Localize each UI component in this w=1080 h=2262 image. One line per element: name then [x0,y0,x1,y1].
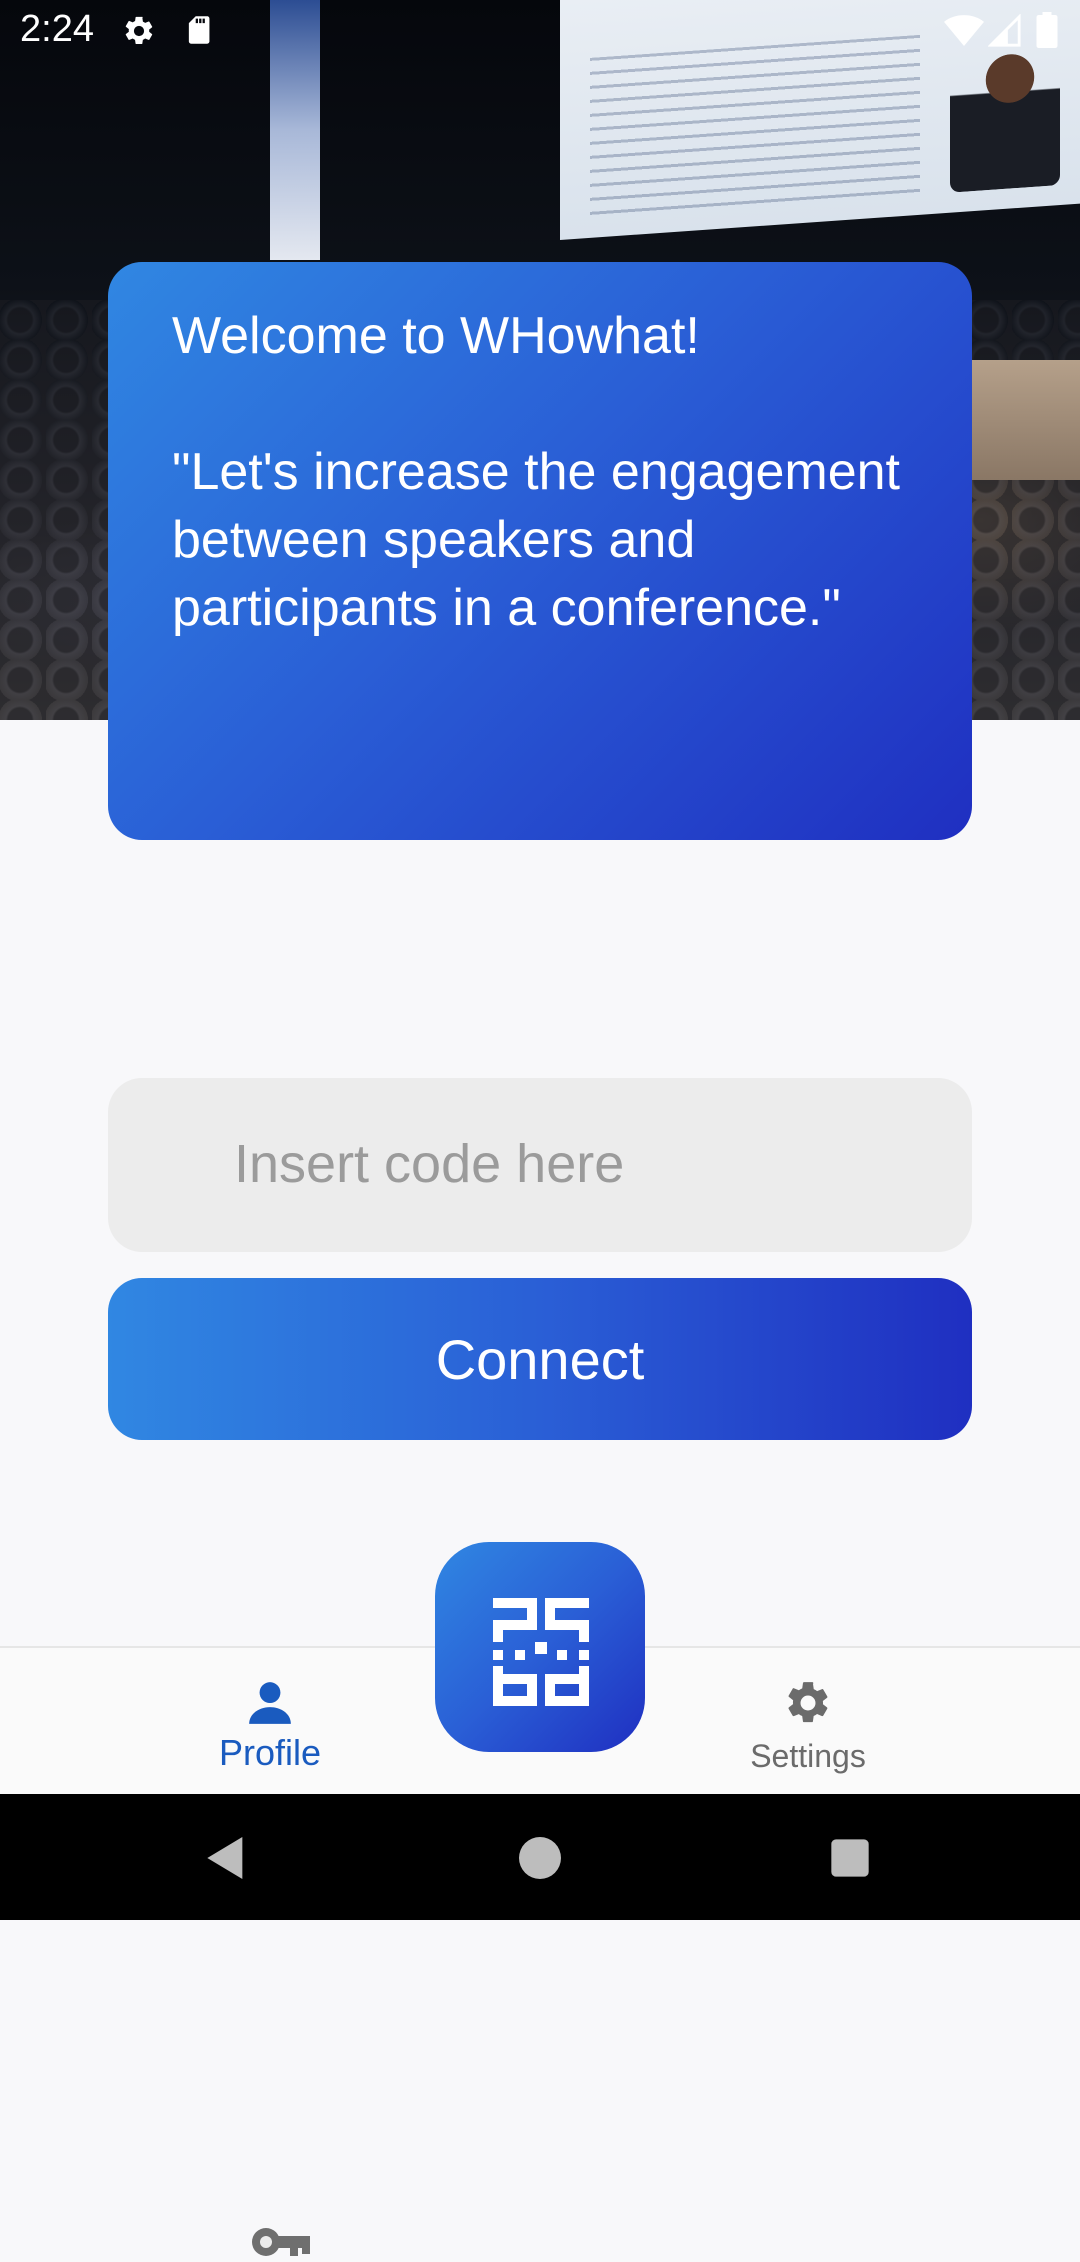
welcome-title: Welcome to WHowhat! [172,307,700,365]
back-icon[interactable] [198,1830,254,1886]
status-bar: 2:24 [0,0,1080,62]
status-time: 2:24 [20,8,94,50]
scan-qr-button[interactable] [435,1542,645,1752]
gear-icon [788,1682,828,1723]
connect-button[interactable]: Connect [108,1278,972,1440]
nav-item-settings[interactable]: Settings [678,1648,938,1796]
system-nav-bar [0,1794,1080,1920]
nav-label-profile: Profile [218,1732,322,1773]
welcome-quote: "Let's increase the engagement between s… [172,443,900,637]
person-icon [249,1682,291,1724]
code-field[interactable] [108,1078,972,2256]
code-input[interactable] [232,1118,936,1210]
recent-apps-icon[interactable] [822,1830,878,1886]
wifi-icon [944,15,984,46]
nav-label-settings: Settings [750,1738,866,1774]
screen-text-lines [590,34,920,218]
settings-gear-icon [125,16,153,45]
sd-card-icon [188,16,210,44]
key-icon [252,2228,310,2256]
home-icon[interactable] [512,1830,568,1886]
cell-signal-icon [988,14,1021,47]
battery-icon [1036,12,1058,48]
nav-item-profile[interactable]: Profile [140,1648,400,1796]
welcome-card: Welcome to WHowhat! "Let's increase the … [108,262,972,840]
qr-code-icon [493,1598,589,1706]
